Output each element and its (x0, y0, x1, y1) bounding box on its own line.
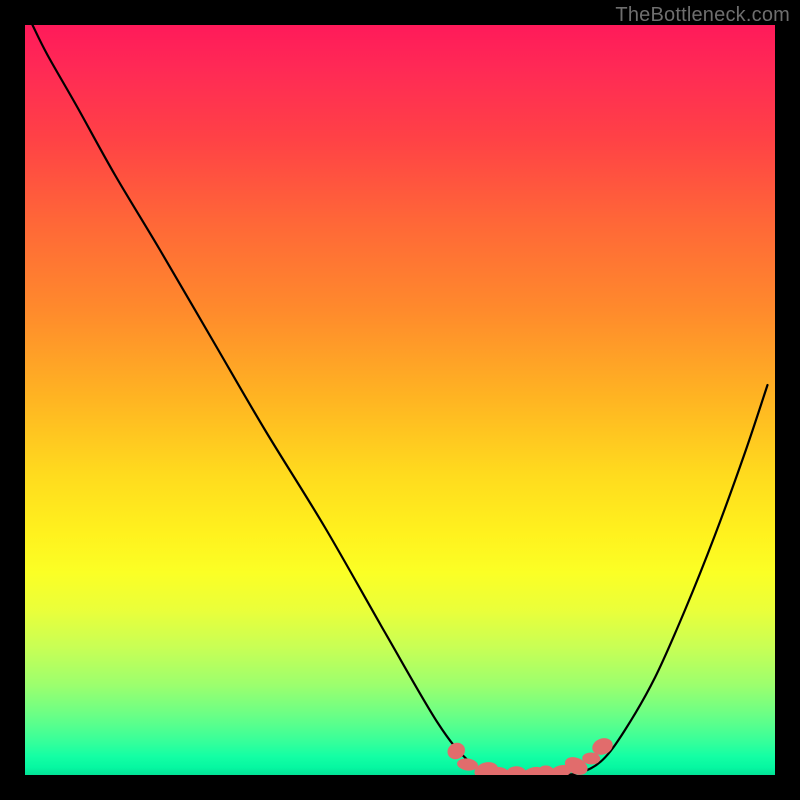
chart-frame: TheBottleneck.com (0, 0, 800, 800)
curve-path (33, 25, 768, 775)
chart-svg (25, 25, 775, 775)
plot-area (25, 25, 775, 775)
watermark-text: TheBottleneck.com (615, 4, 790, 27)
